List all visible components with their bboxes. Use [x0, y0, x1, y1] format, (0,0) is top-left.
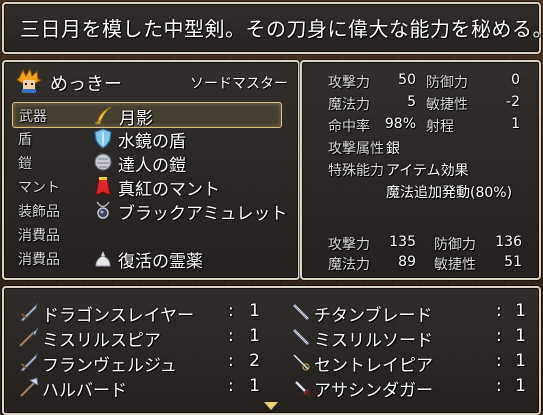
inventory-item-count: 1 [515, 301, 526, 321]
inventory-colon: : [228, 376, 234, 396]
item-magic-value: 5 [407, 94, 416, 110]
rapier-icon [293, 354, 310, 371]
inventory-item[interactable]: フランヴェルジュ : 2 [18, 350, 268, 376]
slot-type-label: 鎧 [18, 156, 32, 172]
amulet-icon [96, 201, 110, 219]
inventory-item-count: 1 [515, 376, 526, 396]
actor-defense-value: 136 [495, 234, 522, 250]
equip-slot-cape[interactable]: マント 真紅のマント [12, 174, 280, 200]
inventory-item-count: 1 [249, 301, 260, 321]
inventory-item-name: ミスリルスピア [42, 331, 161, 351]
cape-icon [95, 177, 111, 196]
item-hit-value: 98% [384, 116, 416, 132]
item-defense-label: 防御力 [426, 75, 468, 91]
equip-slot-consumable-1[interactable]: 消費品 [12, 222, 280, 246]
slot-type-label: 消費品 [18, 228, 60, 244]
inventory-item[interactable]: アサシンダガー : 1 [290, 375, 530, 401]
slot-item-name: 水鏡の盾 [118, 132, 186, 152]
equip-slot-accessory[interactable]: 装飾品 ブラックアミュレット [12, 198, 287, 224]
inventory-item-name: ドラゴンスレイヤー [42, 306, 195, 326]
scroll-down-arrow-icon[interactable] [264, 402, 278, 410]
inventory-colon: : [496, 376, 502, 396]
inventory-item-count: 1 [249, 376, 260, 396]
help-description: 三日月を模した中型剣。その刀身に偉大な能力を秘める。 [20, 17, 543, 41]
item-hit-label: 命中率 [328, 119, 370, 135]
slot-item-name: 達人の鎧 [118, 156, 186, 176]
slot-type-label: マント [18, 180, 60, 196]
inventory-item[interactable]: ドラゴンスレイヤー : 1 [18, 300, 268, 326]
shield-icon [94, 128, 112, 149]
slot-type-label: 装飾品 [18, 204, 60, 220]
inventory-colon: : [228, 351, 234, 371]
item-range-label: 射程 [426, 119, 454, 135]
sword-icon [20, 352, 38, 372]
help-window: 三日月を模した中型剣。その刀身に偉大な能力を秘める。 [2, 2, 543, 54]
inventory-item-name: チタンブレード [314, 306, 433, 326]
item-range-value: 1 [511, 116, 520, 132]
inventory-item-count: 1 [249, 326, 260, 346]
slot-item-name: 真紅のマント [118, 180, 220, 200]
inventory-item-count: 1 [515, 326, 526, 346]
item-attack-value: 50 [398, 72, 416, 88]
halberd-icon [20, 377, 39, 397]
actor-magic-label: 魔法力 [328, 257, 370, 273]
equip-window: めっきー ソードマスター 武器 月影 盾 水鏡の盾 鎧 達人の鎧 マント 真紅の… [2, 60, 300, 280]
spear-icon [19, 327, 39, 347]
inventory-colon: : [496, 326, 502, 346]
inventory-item-name: ハルバード [42, 381, 127, 401]
actor-defense-label: 防御力 [434, 237, 476, 253]
equip-slot-armor[interactable]: 鎧 達人の鎧 [12, 150, 280, 176]
actor-agility-value: 51 [504, 254, 522, 270]
actor-portrait-icon [16, 68, 42, 93]
inventory-item-name: アサシンダガー [314, 381, 433, 401]
actor-class: ソードマスター [190, 76, 288, 92]
inventory-item[interactable]: ミスリルスピア : 1 [18, 325, 268, 351]
item-special-1: アイテム効果 [386, 163, 469, 179]
actor-attack-label: 攻撃力 [328, 237, 370, 253]
actor-attack-value: 135 [389, 234, 416, 250]
inventory-window: ドラゴンスレイヤー : 1 ミスリルスピア : 1 フランヴェルジュ : 2 ハ… [2, 286, 541, 415]
elixir-icon [95, 251, 111, 267]
inventory-item-name: フランヴェルジュ [42, 356, 177, 376]
slot-type-label: 武器 [19, 109, 47, 125]
blade-icon [293, 304, 309, 320]
actor-name: めっきー [50, 74, 122, 95]
sword-icon [20, 302, 38, 322]
item-agility-value: -2 [506, 94, 520, 110]
inventory-item-name: ミスリルソード [314, 331, 433, 351]
inventory-colon: : [228, 301, 234, 321]
inventory-item[interactable]: セントレイピア : 1 [290, 350, 530, 376]
item-defense-value: 0 [511, 72, 520, 88]
slot-item-name: 復活の霊薬 [118, 252, 203, 272]
slot-type-label: 盾 [18, 132, 32, 148]
actor-agility-label: 敏捷性 [434, 257, 476, 273]
slot-item-name: ブラックアミュレット [118, 204, 288, 224]
item-agility-label: 敏捷性 [426, 97, 468, 113]
status-window: 攻撃力 50 防御力 0 魔法力 5 敏捷性 -2 命中率 98% 射程 1 攻… [300, 60, 541, 280]
dagger-icon [295, 381, 311, 397]
item-special-label: 特殊能力 [328, 163, 384, 179]
inventory-item-count: 2 [249, 351, 260, 371]
blade-icon [293, 329, 309, 345]
inventory-item[interactable]: ミスリルソード : 1 [290, 325, 530, 351]
inventory-item-name: セントレイピア [314, 356, 433, 376]
equip-slot-consumable-2[interactable]: 消費品 復活の霊薬 [12, 246, 280, 272]
inventory-item[interactable]: ハルバード : 1 [18, 375, 268, 401]
item-attack-label: 攻撃力 [328, 75, 370, 91]
slot-type-label: 消費品 [18, 252, 60, 268]
crescent-sword-icon [94, 106, 112, 125]
inventory-item-count: 1 [515, 351, 526, 371]
equip-slot-shield[interactable]: 盾 水鏡の盾 [12, 126, 280, 152]
inventory-colon: : [228, 326, 234, 346]
inventory-item[interactable]: チタンブレード : 1 [290, 300, 530, 326]
inventory-colon: : [496, 351, 502, 371]
equip-slot-weapon[interactable]: 武器 月影 [12, 102, 282, 129]
item-special-2: 魔法追加発動(80%) [386, 185, 513, 201]
item-element-label: 攻撃属性 [328, 141, 384, 157]
inventory-colon: : [496, 301, 502, 321]
actor-magic-value: 89 [398, 254, 416, 270]
armor-icon [94, 153, 112, 171]
item-element-value: 銀 [386, 141, 400, 157]
item-magic-label: 魔法力 [328, 97, 370, 113]
